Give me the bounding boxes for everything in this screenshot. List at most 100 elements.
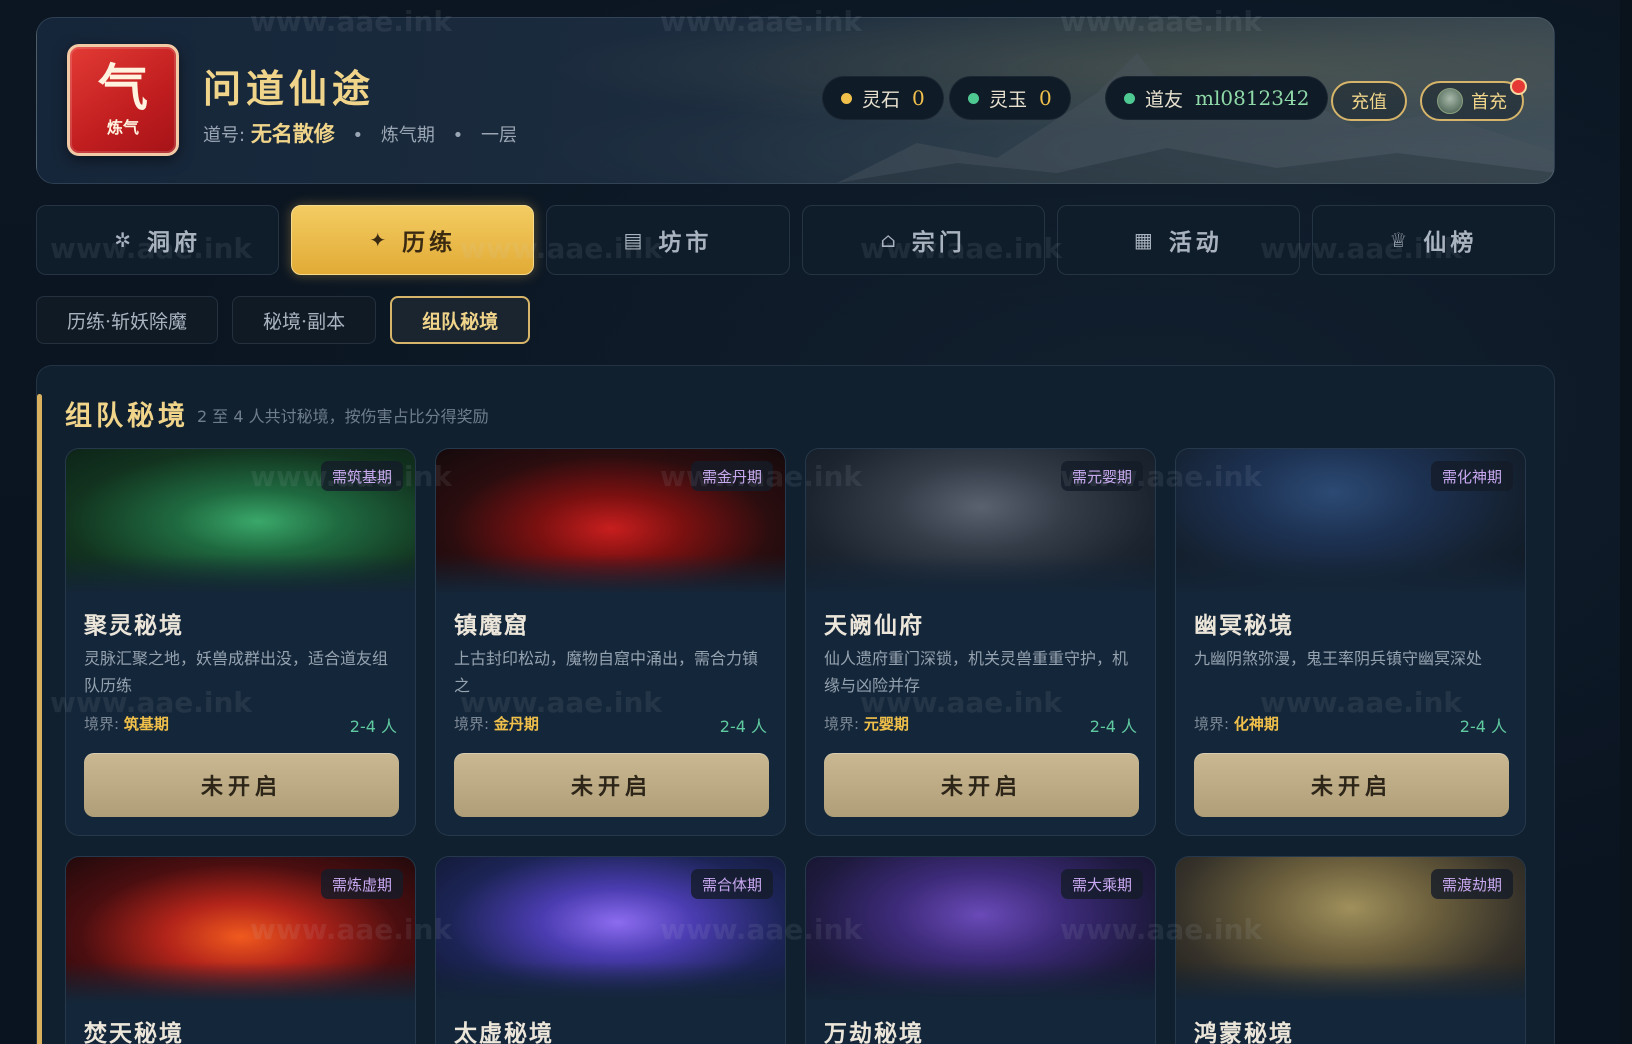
realm-value: 金丹期 bbox=[493, 715, 539, 733]
sparkle-icon: ✲ bbox=[114, 228, 135, 252]
realm-requirement-tag: 需炼虚期 bbox=[320, 869, 403, 899]
user-label: 道友 bbox=[1145, 88, 1184, 111]
lingshi-counter: 灵石 0 bbox=[822, 76, 944, 120]
main-tabs: ✲ 洞府 ✦ 历练 ▤ 坊市 ⌂ 宗门 ▦ 活动 ♕ 仙榜 bbox=[36, 205, 1556, 275]
mijing-name: 镇魔窟 bbox=[454, 612, 529, 639]
mijing-name: 焚天秘境 bbox=[84, 1020, 184, 1044]
tab-fangshi[interactable]: ▤ 坊市 bbox=[546, 205, 790, 275]
mijing-image: 需化神期 bbox=[1176, 449, 1525, 594]
party-size: 2-4 人 bbox=[1459, 717, 1507, 736]
mijing-name: 聚灵秘境 bbox=[84, 612, 184, 639]
recharge-button[interactable]: 充值 bbox=[1331, 81, 1407, 121]
tab-lilian[interactable]: ✦ 历练 bbox=[291, 205, 535, 275]
logo-sub: 炼气 bbox=[106, 118, 139, 137]
subtab-lilian[interactable]: 历练·斩妖除魔 bbox=[36, 296, 219, 344]
realm-value: 化神期 bbox=[1233, 715, 1279, 733]
lingshi-value: 0 bbox=[912, 86, 925, 110]
tab-xianbang[interactable]: ♕ 仙榜 bbox=[1311, 205, 1556, 275]
mijing-name: 幽冥秘境 bbox=[1194, 612, 1294, 639]
tab-huodong[interactable]: ▦ 活动 bbox=[1056, 205, 1300, 275]
page-scrollbar[interactable] bbox=[1620, 0, 1632, 1044]
subtab-team-mijing[interactable]: 组队秘境 bbox=[390, 296, 531, 344]
separator-dot: • bbox=[452, 125, 464, 146]
realm-label: 境界: bbox=[824, 715, 860, 733]
mijing-description: 上古封印松动，魔物自窟中涌出，需合力镇之 bbox=[454, 649, 759, 695]
dao-name: 无名散修 bbox=[250, 121, 335, 146]
tab-label: 仙榜 bbox=[1423, 229, 1478, 256]
mijing-image: 需大乘期 bbox=[806, 857, 1155, 1002]
notification-badge bbox=[1510, 78, 1527, 95]
realm-requirement-tag: 需合体期 bbox=[690, 869, 773, 899]
mijing-name: 万劫秘境 bbox=[824, 1020, 924, 1044]
realm-logo: 气 炼气 bbox=[67, 44, 179, 156]
mijing-name: 鸿蒙秘境 bbox=[1194, 1020, 1294, 1044]
mijing-card: 需元婴期 天阙仙府 仙人遗府重门深锁，机关灵兽重重守护，机缘与凶险并存 境界: … bbox=[805, 448, 1156, 836]
lingyu-counter: 灵玉 0 bbox=[949, 76, 1071, 120]
tab-label: 宗门 bbox=[911, 229, 966, 256]
panel-accent-bar bbox=[37, 394, 42, 1044]
sub-tabs: 历练·斩妖除魔 秘境·副本 组队秘境 bbox=[36, 296, 531, 344]
mijing-card: 需炼虚期 焚天秘境 bbox=[65, 856, 416, 1044]
mijing-image: 需炼虚期 bbox=[66, 857, 415, 1002]
mijing-image: 需渡劫期 bbox=[1176, 857, 1525, 1002]
subtab-mijing[interactable]: 秘境·副本 bbox=[232, 296, 377, 344]
first-recharge-button[interactable]: 首充 bbox=[1420, 78, 1527, 121]
shop-icon: ▤ bbox=[623, 228, 647, 252]
tab-zongmen[interactable]: ⌂ 宗门 bbox=[801, 205, 1045, 275]
realm-info: 境界: 筑基期 bbox=[84, 713, 169, 734]
cultivation-layer: 一层 bbox=[481, 125, 517, 146]
mijing-description: 灵脉汇聚之地，妖兽成群出没，适合道友组队历练 bbox=[84, 649, 389, 695]
realm-value: 元婴期 bbox=[863, 715, 909, 733]
tab-label: 坊市 bbox=[658, 229, 713, 256]
tab-dongfu[interactable]: ✲ 洞府 bbox=[36, 205, 280, 275]
mijing-image: 需筑基期 bbox=[66, 449, 415, 594]
enter-button[interactable]: 未开启 bbox=[84, 753, 399, 817]
app-title: 问道仙途 bbox=[203, 66, 376, 111]
mijing-description: 仙人遗府重门深锁，机关灵兽重重守护，机缘与凶险并存 bbox=[824, 649, 1129, 695]
dao-label: 道号: bbox=[203, 125, 246, 146]
realm-requirement-tag: 需金丹期 bbox=[690, 461, 773, 491]
mijing-image: 需元婴期 bbox=[806, 449, 1155, 594]
realm-requirement-tag: 需大乘期 bbox=[1060, 869, 1143, 899]
mijing-card: 需化神期 幽冥秘境 九幽阴煞弥漫，鬼王率阴兵镇守幽冥深处 境界: 化神期 2-4… bbox=[1175, 448, 1526, 836]
gold-dot-icon bbox=[841, 92, 852, 104]
realm-requirement-tag: 需筑基期 bbox=[320, 461, 403, 491]
online-dot-icon bbox=[1124, 92, 1135, 104]
first-recharge-label: 首充 bbox=[1471, 92, 1507, 113]
tab-label: 活动 bbox=[1168, 229, 1223, 256]
star-icon: ✦ bbox=[369, 228, 391, 252]
header-banner: 气 炼气 问道仙途 道号: 无名散修 • 炼气期 • 一层 灵石 0 灵玉 0 … bbox=[36, 17, 1555, 184]
user-name: ml0812342 bbox=[1195, 86, 1310, 110]
party-size: 2-4 人 bbox=[719, 717, 767, 736]
realm-requirement-tag: 需元婴期 bbox=[1060, 461, 1143, 491]
green-dot-icon bbox=[968, 92, 979, 104]
team-mijing-panel: 组队秘境 2 至 4 人共讨秘境，按伤害占比分得奖励 需筑基期 聚灵秘境 灵脉汇… bbox=[36, 365, 1555, 1044]
mijing-image: 需合体期 bbox=[436, 857, 785, 1002]
mijing-name: 天阙仙府 bbox=[824, 612, 924, 639]
cultivation-stage: 炼气期 bbox=[380, 125, 435, 146]
home-icon: ⌂ bbox=[880, 228, 900, 252]
realm-label: 境界: bbox=[454, 715, 490, 733]
realm-label: 境界: bbox=[84, 715, 120, 733]
mijing-name: 太虚秘境 bbox=[454, 1020, 554, 1044]
mijing-card: 需合体期 太虚秘境 bbox=[435, 856, 786, 1044]
party-size: 2-4 人 bbox=[349, 717, 397, 736]
mijing-card: 需大乘期 万劫秘境 bbox=[805, 856, 1156, 1044]
enter-button[interactable]: 未开启 bbox=[454, 753, 769, 817]
document-icon: ▦ bbox=[1133, 228, 1157, 252]
enter-button[interactable]: 未开启 bbox=[1194, 753, 1509, 817]
tab-label: 历练 bbox=[402, 229, 457, 256]
user-pill[interactable]: 道友 ml0812342 bbox=[1105, 76, 1329, 120]
mijing-card: 需渡劫期 鸿蒙秘境 bbox=[1175, 856, 1526, 1044]
realm-label: 境界: bbox=[1194, 715, 1230, 733]
tab-label: 洞府 bbox=[146, 229, 201, 256]
enter-button[interactable]: 未开启 bbox=[824, 753, 1139, 817]
realm-info: 境界: 化神期 bbox=[1194, 713, 1279, 734]
realm-requirement-tag: 需渡劫期 bbox=[1430, 869, 1513, 899]
party-size: 2-4 人 bbox=[1089, 717, 1137, 736]
realm-info: 境界: 金丹期 bbox=[454, 713, 539, 734]
mijing-image: 需金丹期 bbox=[436, 449, 785, 594]
trophy-icon: ♕ bbox=[1389, 228, 1412, 252]
player-info: 道号: 无名散修 • 炼气期 • 一层 bbox=[203, 118, 517, 148]
separator-dot: • bbox=[352, 125, 364, 146]
